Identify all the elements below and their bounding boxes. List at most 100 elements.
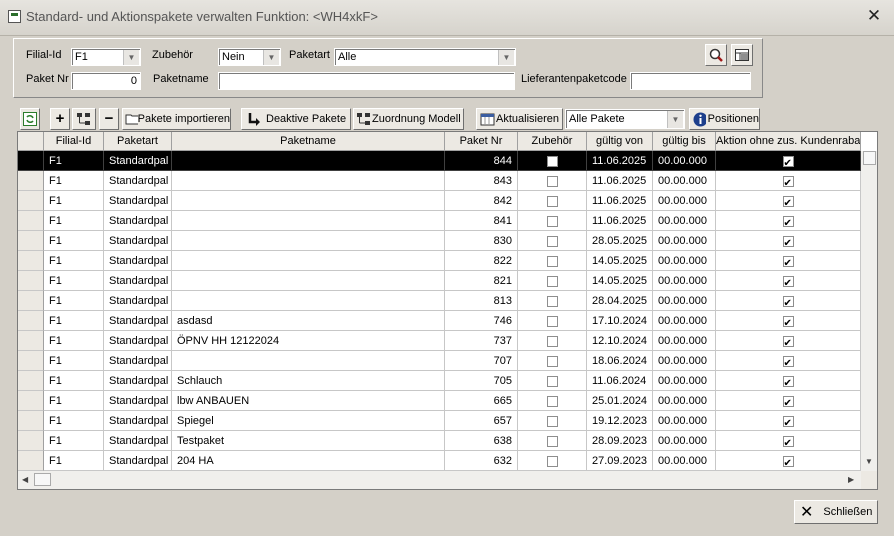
row-selector[interactable] [18,451,44,471]
row-selector[interactable] [18,171,44,191]
table-row[interactable]: F1 Standardpal 844 11.06.2025 00.00.000 [18,151,861,171]
col-header-paketnr[interactable]: Paket Nr [445,132,518,151]
chevron-down-icon[interactable]: ▼ [667,111,683,128]
col-header-aktion[interactable]: Aktion ohne zus. Kundenrabatt [716,132,861,151]
zubehoer-select[interactable]: Nein ▼ [218,48,281,66]
checkbox[interactable] [546,455,558,467]
checkbox[interactable] [546,155,558,167]
checkbox[interactable] [546,375,558,387]
table-row[interactable]: F1 Standardpal lbw ANBAUEN 665 25.01.2024 00.… [18,391,861,411]
checkbox[interactable] [546,395,558,407]
remove-button[interactable]: − [99,108,119,130]
col-header-paketart[interactable]: Paketart [104,132,172,151]
col-header-gueltig-von[interactable]: gültig von [587,132,653,151]
checkbox[interactable] [782,274,794,290]
checkbox[interactable] [546,215,558,227]
row-selector[interactable] [18,251,44,271]
checkbox[interactable] [782,194,794,210]
positionen-button[interactable]: Positionen [689,108,760,130]
deactive-button[interactable]: Deaktive Pakete [241,108,351,130]
paketart-select[interactable]: Alle ▼ [334,48,516,66]
checkbox[interactable] [782,314,794,330]
checkbox[interactable] [546,415,558,427]
checkbox[interactable] [782,434,794,450]
search-button[interactable] [705,44,727,66]
row-selector[interactable] [18,191,44,211]
row-selector[interactable] [18,211,44,231]
checkbox[interactable] [546,435,558,447]
checkbox[interactable] [782,154,794,170]
filial-select[interactable]: F1 ▼ [71,48,141,66]
checkbox[interactable] [782,354,794,370]
col-header-zubehoer[interactable]: Zubehör [518,132,587,151]
checkbox[interactable] [782,254,794,270]
row-selector[interactable] [18,391,44,411]
table-row[interactable]: F1 Standardpal 813 28.04.2025 00.00.000 [18,291,861,311]
table-row[interactable]: F1 Standardpal Testpaket 638 28.09.2023 00.00… [18,431,861,451]
table-row[interactable]: F1 Standardpal Spiegel 657 19.12.2023 00.00.0… [18,411,861,431]
chevron-down-icon[interactable]: ▼ [498,50,514,65]
chevron-down-icon[interactable]: ▼ [263,50,279,65]
lieferant-input[interactable] [630,72,751,90]
scroll-down-icon[interactable]: ▼ [865,457,873,466]
horizontal-scrollbar[interactable]: ◀ ▶ [18,471,861,489]
checkbox[interactable] [782,214,794,230]
row-selector[interactable] [18,411,44,431]
checkbox[interactable] [546,195,558,207]
checkbox[interactable] [782,174,794,190]
hscroll-thumb[interactable] [34,473,51,486]
row-selector[interactable] [18,231,44,251]
col-header-filial[interactable]: Filial-Id [44,132,104,151]
col-header-gueltig-bis[interactable]: gültig bis [653,132,716,151]
table-row[interactable]: F1 Standardpal ÖPNV HH 12122024 737 12.10.20… [18,331,861,351]
add-button[interactable]: + [50,108,70,130]
row-selector[interactable] [18,371,44,391]
checkbox[interactable] [546,235,558,247]
row-selector[interactable] [18,311,44,331]
table-row[interactable]: F1 Standardpal 841 11.06.2025 00.00.000 [18,211,861,231]
col-header-paketname[interactable]: Paketname [172,132,445,151]
scroll-right-icon[interactable]: ▶ [848,475,854,484]
checkbox[interactable] [782,394,794,410]
checkbox[interactable] [546,335,558,347]
checkbox[interactable] [782,334,794,350]
table-row[interactable]: F1 Standardpal 204 HA 632 27.09.2023 00.00.00… [18,451,861,471]
vertical-scrollbar[interactable]: ▼ [861,151,877,471]
table-row[interactable]: F1 Standardpal asdasd 746 17.10.2024 00.00.00… [18,311,861,331]
checkbox[interactable] [546,295,558,307]
import-button[interactable]: Pakete importieren [122,108,231,130]
tree-button[interactable] [72,108,96,130]
checkbox[interactable] [782,234,794,250]
scroll-left-icon[interactable]: ◀ [22,475,28,484]
checkbox[interactable] [546,255,558,267]
zuordnung-button[interactable]: Zuordnung Modell [353,108,464,130]
paketnr-input[interactable]: 0 [71,72,141,90]
pakete-filter-select[interactable]: Alle Pakete ▼ [565,109,685,129]
scroll-thumb[interactable] [863,151,876,165]
checkbox[interactable] [782,414,794,430]
table-row[interactable]: F1 Standardpal 842 11.06.2025 00.00.000 [18,191,861,211]
checkbox[interactable] [546,275,558,287]
checkbox[interactable] [546,315,558,327]
chevron-down-icon[interactable]: ▼ [123,50,139,65]
checkbox[interactable] [782,294,794,310]
grid-view-button[interactable] [731,44,753,66]
checkbox[interactable] [546,175,558,187]
row-selector[interactable] [18,291,44,311]
row-selector[interactable] [18,351,44,371]
close-button[interactable]: ✕ Schließen [794,500,878,524]
row-selector[interactable] [18,151,44,171]
paketname-input[interactable] [218,72,515,90]
table-row[interactable]: F1 Standardpal 707 18.06.2024 00.00.000 [18,351,861,371]
table-row[interactable]: F1 Standardpal 822 14.05.2025 00.00.000 [18,251,861,271]
checkbox[interactable] [782,374,794,390]
window-close-icon[interactable]: ✕ [862,6,886,26]
refresh-button[interactable] [20,108,40,130]
table-row[interactable]: F1 Standardpal Schlauch 705 11.06.2024 00.00.… [18,371,861,391]
row-selector[interactable] [18,331,44,351]
table-row[interactable]: F1 Standardpal 843 11.06.2025 00.00.000 [18,171,861,191]
row-selector[interactable] [18,271,44,291]
table-row[interactable]: F1 Standardpal 830 28.05.2025 00.00.000 [18,231,861,251]
checkbox[interactable] [546,355,558,367]
table-row[interactable]: F1 Standardpal 821 14.05.2025 00.00.000 [18,271,861,291]
